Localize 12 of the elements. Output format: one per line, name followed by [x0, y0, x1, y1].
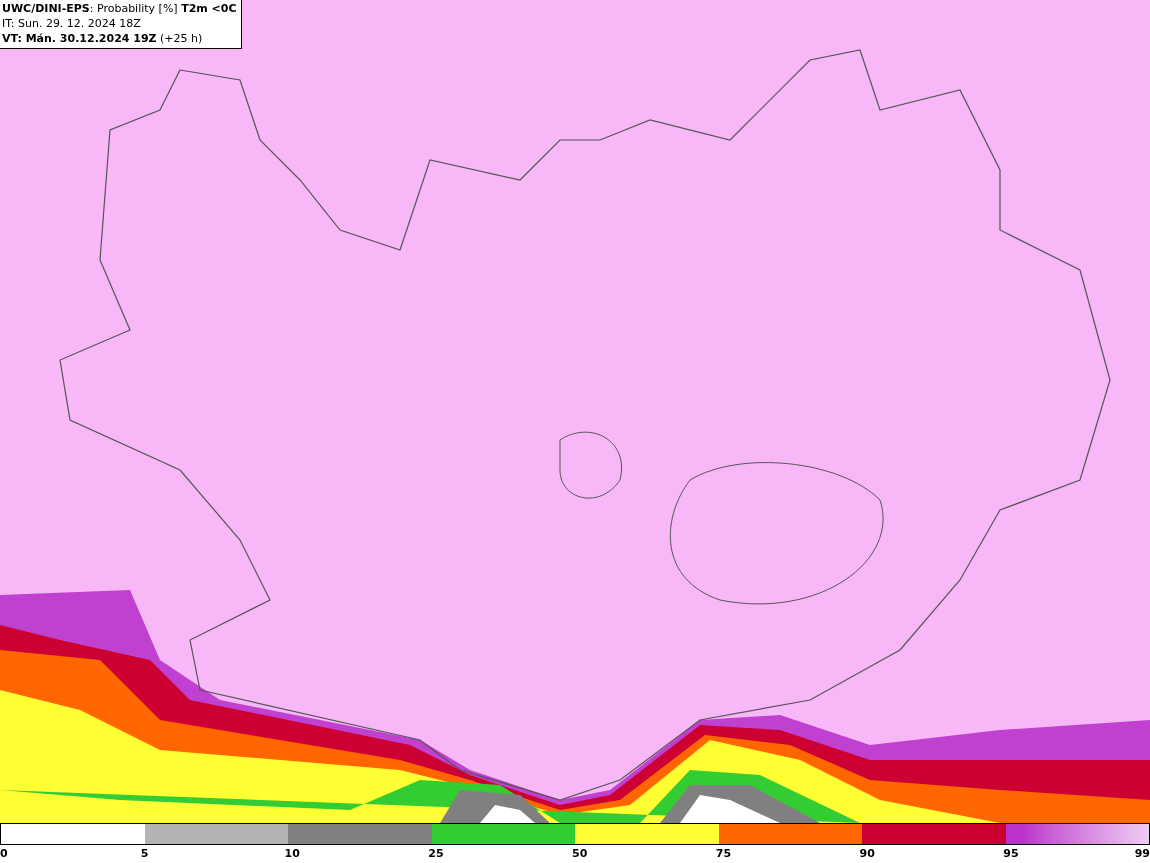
scale-label: 99: [1134, 846, 1150, 862]
scale-label: 95: [1003, 846, 1019, 862]
scale-label: 0: [0, 846, 8, 862]
title-line: UWC/DINI-EPS: Probability [%] T2m <0C: [2, 2, 237, 16]
scale-label: 25: [428, 846, 444, 862]
scale-label: 5: [140, 846, 149, 862]
scale-label: 50: [572, 846, 588, 862]
scale-label: 75: [715, 846, 732, 862]
scale-label: 90: [859, 846, 875, 862]
scale-label: 10: [284, 846, 300, 862]
title-line: IT: Sun. 29. 12. 2024 18Z: [2, 17, 142, 31]
title-line: VT: Mán. 30.12.2024 19Z (+25 h): [2, 32, 204, 46]
